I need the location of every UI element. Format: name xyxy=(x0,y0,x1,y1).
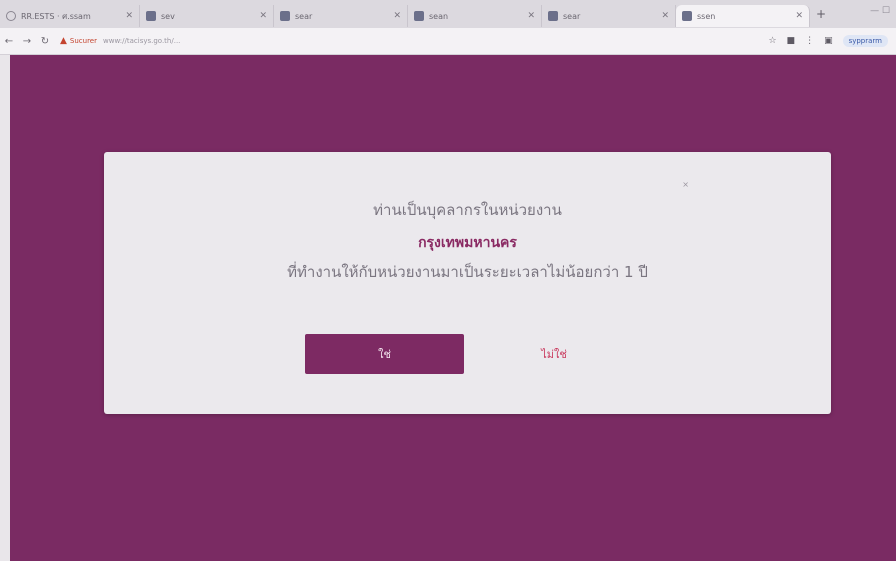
toolbar: ☆ ■ ⋮ ▣ sypprarm xyxy=(768,35,888,47)
browser-tab[interactable]: sean ✕ xyxy=(408,5,542,27)
close-icon[interactable]: ✕ xyxy=(125,11,133,21)
tab-title: ssen xyxy=(697,11,716,21)
browser-tab[interactable]: RR.ESTS · ศ.ssam ✕ xyxy=(0,5,140,27)
browser-tab[interactable]: sear ✕ xyxy=(542,5,676,27)
close-icon[interactable]: ✕ xyxy=(393,11,401,21)
address-bar: ← → ↻ ▲ Sucurer www://tacisys.go.th/... … xyxy=(0,28,896,55)
reload-icon[interactable]: ↻ xyxy=(36,36,54,47)
no-button[interactable]: ไม่ใช่ xyxy=(514,334,594,374)
security-label: Sucurer xyxy=(69,37,97,45)
confirmation-dialog: × ท่านเป็นบุคลากรในหน่วยงาน กรุงเทพมหานค… xyxy=(104,152,831,414)
extension-icon[interactable]: ■ xyxy=(787,36,796,46)
close-icon[interactable]: ✕ xyxy=(259,11,267,21)
url-text: www://tacisys.go.th/... xyxy=(103,37,181,45)
site-icon xyxy=(146,11,156,21)
url-input[interactable]: ▲ Sucurer www://tacisys.go.th/... xyxy=(60,32,660,50)
tab-title: sev xyxy=(161,11,175,21)
site-icon xyxy=(548,11,558,21)
browser-tab[interactable]: sev ✕ xyxy=(140,5,274,27)
close-icon[interactable]: ✕ xyxy=(661,11,669,21)
tab-title: RR.ESTS · ศ.ssam xyxy=(21,11,91,21)
site-icon xyxy=(414,11,424,21)
yes-button[interactable]: ใช่ xyxy=(305,334,464,374)
organization-name: กรุงเทพมหานคร xyxy=(418,235,517,251)
back-icon[interactable]: ← xyxy=(0,36,18,47)
tab-title: sear xyxy=(563,11,581,21)
star-icon[interactable]: ☆ xyxy=(768,36,776,46)
page-icon xyxy=(6,11,16,21)
browser-tab-active[interactable]: ssen ✕ xyxy=(676,5,810,27)
close-icon[interactable]: ✕ xyxy=(527,11,535,21)
site-icon xyxy=(682,11,692,21)
menu-icon[interactable]: ⋮ xyxy=(805,36,814,46)
warning-icon: ▲ xyxy=(60,36,67,46)
forward-icon[interactable]: → xyxy=(18,36,36,47)
site-icon xyxy=(280,11,290,21)
new-tab-button[interactable]: + xyxy=(816,7,826,21)
page-viewport: × ท่านเป็นบุคลากรในหน่วยงาน กรุงเทพมหานค… xyxy=(10,55,896,561)
close-icon[interactable]: × xyxy=(682,180,689,189)
browser-tab-bar: RR.ESTS · ศ.ssam ✕ sev ✕ sear ✕ sean ✕ s… xyxy=(0,0,896,28)
profile-icon[interactable]: ▣ xyxy=(824,36,833,46)
question-line-3: ที่ทำงานให้กับหน่วยงานมาเป็นระยะเวลาไม่น… xyxy=(287,263,648,281)
close-icon[interactable]: ✕ xyxy=(795,11,803,21)
question-line-1: ท่านเป็นบุคลากรในหน่วยงาน xyxy=(373,201,562,219)
tab-title: sean xyxy=(429,11,449,21)
browser-tab[interactable]: sear ✕ xyxy=(274,5,408,27)
tab-title: sear xyxy=(295,11,313,21)
window-controls-icon[interactable]: — ☐ xyxy=(870,6,890,16)
profile-button[interactable]: sypprarm xyxy=(842,35,888,47)
